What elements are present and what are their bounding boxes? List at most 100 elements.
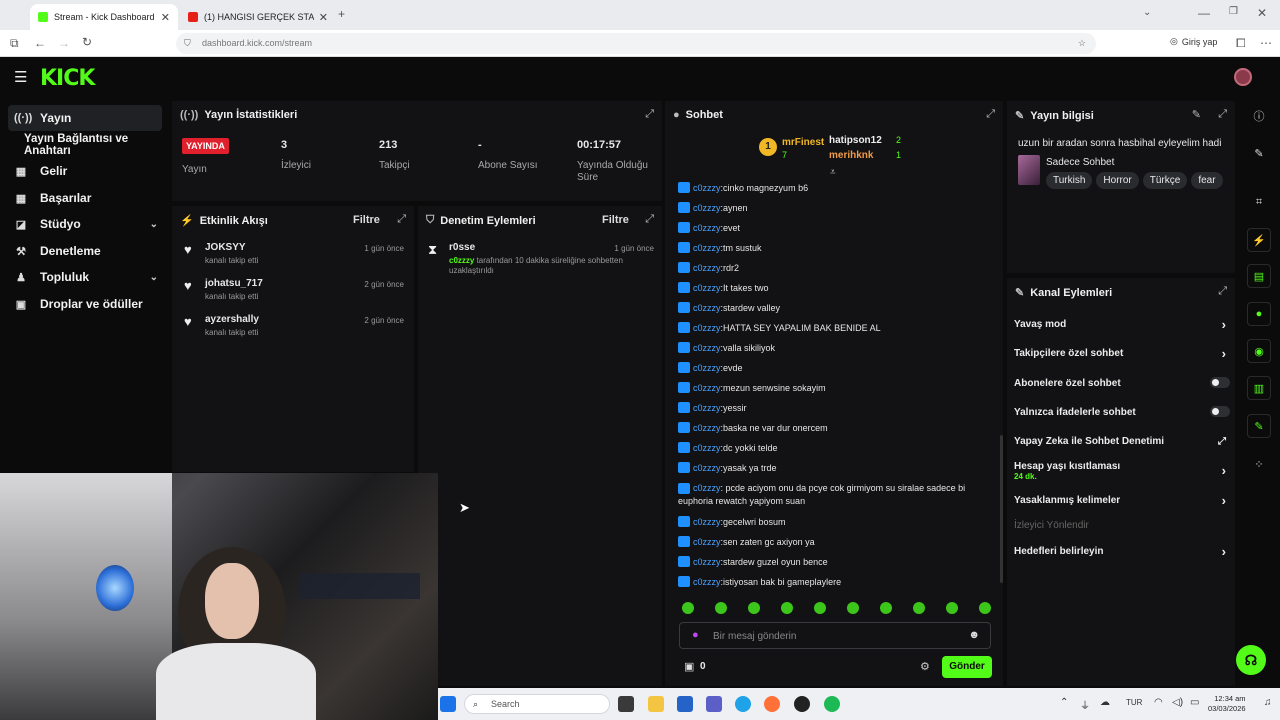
emote-icon[interactable] bbox=[946, 602, 958, 614]
info-icon[interactable]: ⓘ bbox=[1247, 104, 1271, 128]
favorite-star-icon[interactable]: ☆ bbox=[1078, 33, 1086, 54]
chat-icon[interactable]: ● bbox=[1247, 302, 1271, 326]
sidebar-toggle-icon[interactable]: ⧉ bbox=[10, 36, 19, 51]
chat-username[interactable]: c0zzzy bbox=[693, 483, 721, 493]
language-indicator[interactable]: TUR bbox=[1126, 698, 1142, 707]
category-name[interactable]: Sadece Sohbet bbox=[1046, 157, 1114, 168]
tray-cloud-icon[interactable]: ☁ bbox=[1100, 697, 1110, 708]
firefox-icon[interactable] bbox=[764, 696, 780, 712]
url-field[interactable]: ⛉ dashboard.kick.com/stream ☆ bbox=[176, 33, 1096, 54]
emoji-icon[interactable]: ☻ bbox=[968, 629, 980, 641]
filter-button[interactable]: Filtre bbox=[353, 214, 380, 226]
kick-logo[interactable]: KICK bbox=[40, 66, 95, 91]
chat-username[interactable]: c0zzzy bbox=[693, 577, 721, 587]
follower-name[interactable]: JOKSYY bbox=[205, 242, 246, 253]
clock[interactable]: 12:34 am 03/03/2026 bbox=[1208, 694, 1246, 714]
store-icon[interactable] bbox=[677, 696, 693, 712]
tab-kick-dashboard[interactable]: Stream - Kick Dashboard ✕ bbox=[30, 4, 178, 30]
expand-icon[interactable]: ⤢ bbox=[986, 108, 995, 121]
chat-settings-gear-icon[interactable]: ⚙ bbox=[920, 660, 930, 673]
action-slow-mode[interactable]: Yavaş mod › bbox=[1014, 317, 1230, 332]
community-icon[interactable]: ⁘ bbox=[1247, 452, 1271, 476]
chat-username[interactable]: c0zzzy bbox=[693, 363, 721, 373]
chat-username[interactable]: c0zzzy bbox=[693, 223, 721, 233]
sidebar-item-gelir[interactable]: ▦ Gelir bbox=[8, 158, 162, 184]
windows-start-icon[interactable] bbox=[440, 696, 456, 712]
expand-icon[interactable]: ⤢ bbox=[1218, 285, 1227, 298]
chat-username[interactable]: c0zzzy bbox=[693, 243, 721, 253]
chat-scrollbar[interactable] bbox=[1000, 435, 1003, 583]
chat-username[interactable]: c0zzzy bbox=[693, 403, 721, 413]
tray-chevron-icon[interactable]: ⌃ bbox=[1060, 697, 1068, 708]
chat-username[interactable]: c0zzzy bbox=[693, 203, 721, 213]
leader-name[interactable]: hatipson12 bbox=[829, 135, 882, 146]
forward-icon[interactable]: → bbox=[58, 36, 70, 50]
tag-chip[interactable]: Horror bbox=[1096, 172, 1139, 189]
chat-username[interactable]: c0zzzy bbox=[693, 443, 721, 453]
battery-icon[interactable]: ▭ bbox=[1190, 697, 1199, 708]
new-tab-icon[interactable]: + bbox=[338, 7, 345, 21]
obs-icon[interactable] bbox=[794, 696, 810, 712]
chat-username[interactable]: c0zzzy bbox=[693, 557, 721, 567]
leader-name[interactable]: merihknk bbox=[829, 150, 873, 161]
expand-icon[interactable]: ⤢ bbox=[645, 213, 654, 226]
chat-username[interactable]: c0zzzy bbox=[693, 303, 721, 313]
moderator-name[interactable]: c0zzzy bbox=[449, 256, 474, 265]
chat-username[interactable]: c0zzzy bbox=[693, 383, 721, 393]
leader-name[interactable]: mrFinest bbox=[782, 137, 824, 148]
bolt-icon[interactable]: ⚡ bbox=[1247, 228, 1271, 252]
file-explorer-icon[interactable] bbox=[648, 696, 664, 712]
chat-username[interactable]: c0zzzy bbox=[693, 343, 721, 353]
action-account-age[interactable]: Hesap yaşı kısıtlaması 24 dk. › bbox=[1014, 461, 1230, 481]
back-icon[interactable]: ← bbox=[34, 36, 46, 50]
signin-button[interactable]: ◎ Giriş yap bbox=[1170, 36, 1217, 47]
expand-icon[interactable]: ⤢ bbox=[1218, 108, 1227, 121]
broadcast-icon[interactable]: ◉ bbox=[1247, 339, 1271, 363]
emote-icon[interactable] bbox=[682, 602, 694, 614]
hamburger-menu-icon[interactable]: ☰ bbox=[14, 68, 27, 86]
follower-name[interactable]: johatsu_717 bbox=[205, 278, 263, 289]
chat-username[interactable]: c0zzzy bbox=[693, 423, 721, 433]
tray-usb-icon[interactable]: ⏚ bbox=[1080, 697, 1090, 712]
chat-username[interactable]: c0zzzy bbox=[693, 463, 721, 473]
notifications-bell-icon[interactable]: ♫ bbox=[1264, 697, 1272, 708]
window-close-icon[interactable]: ✕ bbox=[1257, 6, 1267, 20]
sidebar-item-yayin[interactable]: ((·)) Yayın bbox=[8, 105, 162, 131]
taskbar-search[interactable]: ⌕ Search bbox=[464, 694, 610, 714]
chat-input[interactable]: ● Bir mesaj gönderin ☻ bbox=[679, 622, 991, 649]
teams-icon[interactable] bbox=[706, 696, 722, 712]
chat-username[interactable]: c0zzzy bbox=[693, 283, 721, 293]
sidebar-item-studyo[interactable]: ◪ Stüdyo ⌄ bbox=[8, 211, 162, 237]
collapse-leaderboard-icon[interactable]: ⩡ bbox=[830, 167, 836, 178]
close-icon[interactable]: ✕ bbox=[161, 11, 170, 24]
emote-only-toggle[interactable] bbox=[1210, 406, 1230, 417]
extensions-icon[interactable]: ⧠ bbox=[1236, 36, 1246, 51]
action-ai-moderation[interactable]: Yapay Zeka ile Sohbet Denetimi ⤢ bbox=[1014, 436, 1230, 447]
emote-icon[interactable] bbox=[979, 602, 991, 614]
expand-icon[interactable]: ⤢ bbox=[397, 213, 406, 226]
close-icon[interactable]: ✕ bbox=[319, 11, 328, 24]
tag-chip[interactable]: fear bbox=[1191, 172, 1223, 189]
action-set-goals[interactable]: Hedefleri belirleyin › bbox=[1014, 544, 1230, 559]
channel-points-icon[interactable]: ▣ bbox=[684, 660, 694, 673]
chat-username[interactable]: c0zzzy bbox=[693, 263, 721, 273]
tag-chip[interactable]: Türkçe bbox=[1142, 172, 1188, 189]
sidebar-item-denetleme[interactable]: ⚒ Denetleme bbox=[8, 238, 162, 264]
chat-username[interactable]: c0zzzy bbox=[693, 537, 721, 547]
sidebar-item-topluluk[interactable]: ♟ Topluluk ⌄ bbox=[8, 264, 162, 290]
emote-icon[interactable] bbox=[748, 602, 760, 614]
send-button[interactable]: Gönder bbox=[942, 656, 992, 678]
support-chat-button[interactable]: ☊ bbox=[1236, 645, 1266, 675]
emote-icon[interactable] bbox=[913, 602, 925, 614]
moderation-icon[interactable]: ▤ bbox=[1247, 264, 1271, 288]
edit-pencil-icon[interactable]: ✎ bbox=[1192, 108, 1201, 121]
edge-icon[interactable] bbox=[735, 696, 751, 712]
reload-icon[interactable]: ↻ bbox=[82, 35, 92, 49]
chat-username[interactable]: c0zzzy bbox=[693, 323, 721, 333]
moderated-user[interactable]: r0sse bbox=[449, 242, 475, 253]
expand-icon[interactable]: ⤢ bbox=[645, 108, 654, 121]
emote-icon[interactable] bbox=[781, 602, 793, 614]
volume-icon[interactable]: ◁) bbox=[1172, 697, 1183, 708]
filter-button[interactable]: Filtre bbox=[602, 214, 629, 226]
chat-username[interactable]: c0zzzy bbox=[693, 183, 721, 193]
